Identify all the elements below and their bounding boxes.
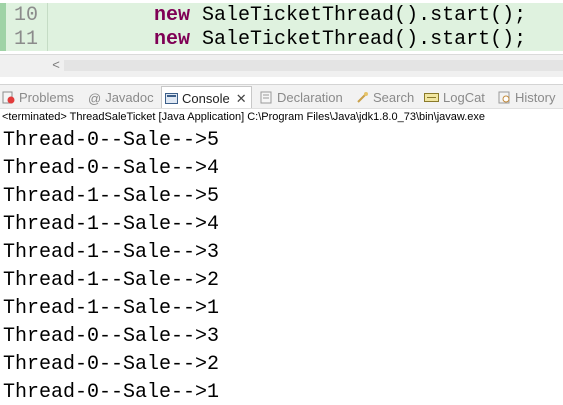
tab-label: History <box>515 89 556 105</box>
tab-declaration[interactable]: Declaration <box>260 87 343 107</box>
code-text[interactable]: new SaleTicketThread().start(); <box>154 4 526 27</box>
tab-label: Javadoc <box>105 89 154 105</box>
tab-javadoc[interactable]: @ Javadoc <box>88 87 154 107</box>
console-line: Thread-1--Sale-->5 <box>3 185 220 208</box>
history-icon <box>498 91 511 104</box>
console-line: Thread-0--Sale-->1 <box>3 381 220 404</box>
close-icon[interactable]: ✕ <box>236 91 247 107</box>
console-line: Thread-1--Sale-->4 <box>3 213 220 236</box>
console-line: Thread-0--Sale-->2 <box>3 353 220 376</box>
horizontal-scrollbar[interactable]: < <box>0 54 563 77</box>
console-status-line: <terminated> ThreadSaleTicket [Java Appl… <box>0 108 563 129</box>
keyword-new: new <box>154 4 191 27</box>
tab-label: Problems <box>19 89 74 105</box>
scroll-left-icon[interactable]: < <box>48 57 64 73</box>
search-icon <box>356 91 369 104</box>
console-icon <box>165 92 178 105</box>
tab-logcat[interactable]: LogCat <box>424 87 485 107</box>
problems-icon <box>2 91 15 104</box>
console-line: Thread-0--Sale-->4 <box>3 157 220 180</box>
keyword-new: new <box>154 28 191 51</box>
tab-label: Declaration <box>277 89 343 105</box>
view-tab-bar: Problems @ Javadoc Console ✕ Declaration… <box>0 84 563 110</box>
logcat-icon <box>424 91 439 104</box>
console-output[interactable]: Thread-0--Sale-->5 Thread-0--Sale-->4 Th… <box>0 129 563 405</box>
tab-search[interactable]: Search <box>356 87 414 107</box>
line-number: 11 <box>14 28 39 51</box>
console-line: Thread-1--Sale-->2 <box>3 269 220 292</box>
scrollbar-thumb[interactable] <box>64 60 563 71</box>
console-line: Thread-1--Sale-->1 <box>3 297 220 320</box>
tab-problems[interactable]: Problems <box>2 87 74 107</box>
tab-label: Search <box>373 89 415 105</box>
console-line: Thread-1--Sale-->3 <box>3 241 220 264</box>
change-marker <box>0 3 6 27</box>
tab-label: LogCat <box>443 89 485 105</box>
console-line: Thread-0--Sale-->3 <box>3 325 220 348</box>
gutter-separator <box>47 3 48 27</box>
at-icon: @ <box>88 90 102 106</box>
change-marker <box>0 27 6 51</box>
code-expression: SaleTicketThread().start(); <box>202 28 527 51</box>
tab-history[interactable]: History <box>498 87 555 107</box>
console-line: Thread-0--Sale-->5 <box>3 129 220 152</box>
code-editor[interactable]: 10 new SaleTicketThread().start(); 11 ne… <box>0 0 563 58</box>
gutter-separator <box>47 27 48 51</box>
code-expression: SaleTicketThread().start(); <box>202 4 527 27</box>
tab-label: Console <box>182 91 230 106</box>
declaration-icon <box>260 91 273 104</box>
code-line[interactable]: 10 new SaleTicketThread().start(); <box>0 3 563 27</box>
code-text[interactable]: new SaleTicketThread().start(); <box>154 28 526 51</box>
code-line[interactable]: 11 new SaleTicketThread().start(); <box>0 27 563 51</box>
tab-console[interactable]: Console ✕ <box>161 86 252 110</box>
line-number: 10 <box>14 4 39 27</box>
